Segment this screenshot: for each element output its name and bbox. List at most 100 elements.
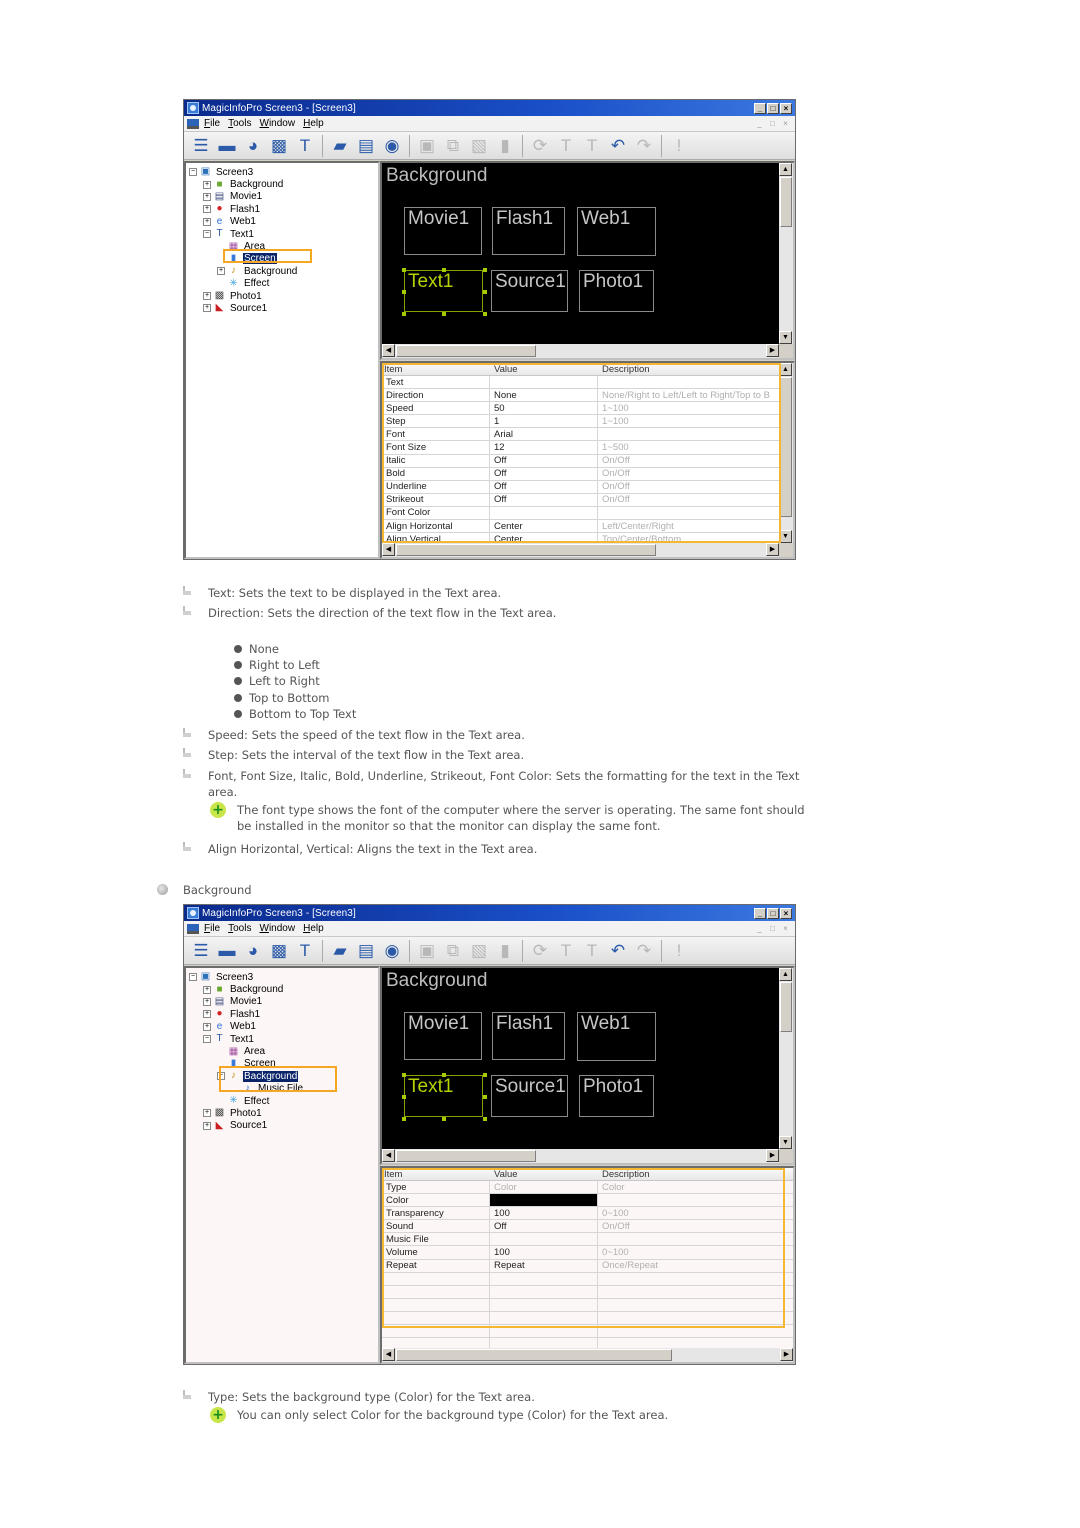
zone-web1[interactable]: Web1 [577, 207, 656, 256]
screen-settings-icon[interactable]: ▩ [268, 940, 290, 962]
add-screen-icon[interactable]: ▣ [416, 940, 438, 962]
canvas-horizontal-scrollbar[interactable]: ◀ ▶ [382, 1149, 779, 1163]
tree-node[interactable]: + ■ Background [189, 983, 378, 995]
resize-handle[interactable] [402, 1117, 406, 1121]
tree-node[interactable]: − ▣ Screen3 [189, 166, 378, 178]
property-value[interactable]: 50 [490, 402, 598, 415]
property-value[interactable] [490, 1311, 598, 1325]
menu-help[interactable]: Help [303, 118, 324, 129]
add-screen-icon[interactable]: ▣ [416, 135, 438, 157]
tree-node[interactable]: − ▣ Screen3 [189, 971, 378, 983]
info-icon[interactable]: ! [668, 135, 690, 157]
scroll-thumb[interactable] [780, 377, 792, 517]
zone-web1[interactable]: Web1 [577, 1012, 656, 1061]
menu-help[interactable]: Help [303, 923, 324, 934]
scroll-down-arrow-icon[interactable]: ▼ [779, 331, 792, 344]
expand-icon[interactable]: + [203, 1022, 211, 1031]
property-row[interactable]: Type Color Color [382, 1181, 793, 1195]
tree-view[interactable]: − ▣ Screen3 + ■ Background + ▤ Movie1 + ● Flash1 + e W… [184, 966, 380, 1364]
column-header[interactable]: Description [598, 1168, 793, 1180]
tree-node[interactable]: + ▩ Photo1 [189, 1107, 378, 1119]
zone-text1-selected[interactable]: Text1 [404, 270, 483, 312]
zone-source1[interactable]: Source1 [491, 270, 568, 312]
collapse-icon[interactable]: − [189, 168, 197, 177]
scroll-thumb[interactable] [396, 345, 536, 357]
canvas-horizontal-scrollbar[interactable]: ◀ ▶ [382, 344, 779, 358]
resize-handle[interactable] [483, 1073, 487, 1077]
tree-node[interactable]: + ● Flash1 [189, 203, 378, 215]
zone-movie1[interactable]: Movie1 [404, 207, 482, 255]
collapse-icon[interactable]: − [203, 1035, 211, 1044]
property-row[interactable] [382, 1298, 793, 1312]
tree-node[interactable]: − T Text1 [189, 1033, 378, 1045]
property-row[interactable] [382, 1272, 793, 1286]
expand-icon[interactable]: + [203, 217, 211, 226]
zone-photo1[interactable]: Photo1 [579, 270, 654, 312]
menu-file[interactable]: File [204, 923, 220, 934]
property-row[interactable] [382, 1325, 793, 1339]
column-header[interactable]: Item [382, 1168, 490, 1180]
expand-icon[interactable]: + [203, 304, 211, 313]
property-row[interactable]: Transparency 100 0~100 [382, 1207, 793, 1221]
expand-icon[interactable]: + [203, 292, 211, 301]
scroll-left-arrow-icon[interactable]: ◀ [382, 344, 395, 357]
expand-icon[interactable]: + [203, 180, 211, 189]
expand-icon[interactable]: + [203, 997, 211, 1006]
zone-flash1[interactable]: Flash1 [492, 207, 565, 255]
property-grid[interactable]: Item Value Description Type Color Color Color T… [382, 1168, 793, 1348]
expand-icon[interactable]: + [203, 205, 211, 214]
scroll-up-arrow-icon[interactable]: ▲ [779, 968, 792, 981]
menu-tools[interactable]: Tools [228, 118, 251, 129]
property-row[interactable]: Text [382, 376, 779, 390]
scroll-thumb[interactable] [780, 982, 792, 1032]
tree-node[interactable]: ▦ Area [189, 1045, 378, 1057]
delete-trash-icon[interactable]: ▮ [494, 135, 516, 157]
property-row[interactable]: Align Horizontal Center Left/Center/Right [382, 520, 779, 534]
resize-handle[interactable] [402, 290, 406, 294]
property-row[interactable]: Color [382, 1194, 793, 1208]
property-value[interactable]: 12 [490, 441, 598, 454]
tree-node[interactable]: + ▩ Photo1 [189, 290, 378, 302]
zone-movie1[interactable]: Movie1 [404, 1012, 482, 1060]
scroll-left-arrow-icon[interactable]: ◀ [382, 1348, 395, 1361]
tree-node[interactable]: ✳ Effect [189, 278, 378, 290]
collapse-icon[interactable]: − [203, 230, 211, 239]
scroll-down-arrow-icon[interactable]: ▼ [779, 1136, 792, 1149]
property-grid[interactable]: Item Value Description Text Direction None Non… [382, 363, 779, 543]
property-row[interactable]: Speed 50 1~100 [382, 402, 779, 416]
collapse-icon[interactable]: − [189, 973, 197, 982]
tree-view[interactable]: − ▣ Screen3 + ■ Background + ▤ Movie1 + ● Flash1 + e W… [184, 161, 380, 559]
resize-handle[interactable] [483, 312, 487, 316]
mdi-close-button[interactable]: × [780, 924, 791, 934]
grid-horizontal-scrollbar[interactable]: ◀ ▶ [382, 1348, 793, 1362]
property-row[interactable] [382, 1285, 793, 1299]
redo-icon[interactable]: ↷ [633, 940, 655, 962]
property-value[interactable] [490, 1272, 598, 1285]
copy-screen-icon[interactable]: ⧉ [442, 135, 464, 157]
close-button[interactable]: × [780, 102, 792, 114]
paste-icon[interactable]: ▧ [468, 135, 490, 157]
text-icon[interactable]: T [294, 135, 316, 157]
preview-eye-icon[interactable]: ◉ [381, 135, 403, 157]
property-value[interactable]: Color [490, 1181, 598, 1194]
scroll-thumb[interactable] [396, 1150, 536, 1162]
sync-icon[interactable]: ⟳ [529, 135, 551, 157]
column-header[interactable]: Description [598, 363, 779, 375]
resize-handle[interactable] [442, 268, 446, 272]
minimize-button[interactable]: _ [754, 907, 766, 919]
property-value[interactable]: Off [490, 493, 598, 506]
maximize-button[interactable]: □ [767, 907, 779, 919]
canvas-vertical-scrollbar[interactable]: ▲ ▼ [779, 163, 793, 344]
scroll-up-arrow-icon[interactable]: ▲ [779, 163, 792, 176]
resize-handle[interactable] [483, 268, 487, 272]
scroll-right-arrow-icon[interactable]: ▶ [766, 1149, 779, 1162]
monitor-icon[interactable]: ▬ [216, 940, 238, 962]
property-value[interactable]: Off [490, 467, 598, 480]
property-row[interactable]: Align Vertical Center Top/Center/Bottom [382, 533, 779, 543]
copy-screen-icon[interactable]: ⧉ [442, 940, 464, 962]
zone-photo1[interactable]: Photo1 [579, 1075, 654, 1117]
property-row[interactable]: Underline Off On/Off [382, 480, 779, 494]
tree-node[interactable]: − T Text1 [189, 228, 378, 240]
timer-icon[interactable]: ◕ [242, 940, 264, 962]
property-row[interactable]: Font Size 12 1~500 [382, 441, 779, 455]
